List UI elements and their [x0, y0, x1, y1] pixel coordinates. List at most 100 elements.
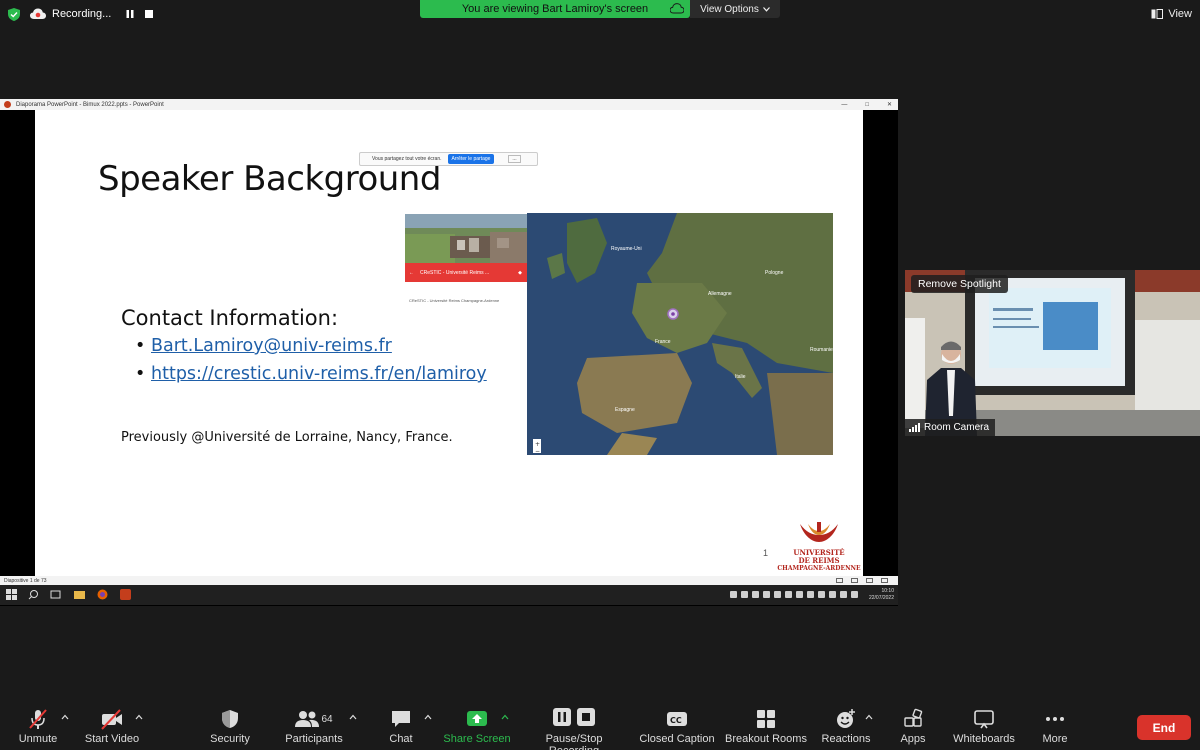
powerpoint-logo-icon	[4, 101, 11, 108]
spotlight-video-tile[interactable]: Remove Spotlight Room Camera	[905, 270, 1200, 436]
participant-name: Room Camera	[924, 422, 990, 433]
chat-chevron-icon[interactable]	[424, 714, 432, 720]
back-arrow-icon[interactable]: ←	[409, 270, 414, 276]
directions-icon[interactable]: ◆	[518, 270, 522, 276]
chat-button[interactable]: Chat	[384, 708, 418, 745]
tray-icon[interactable]	[785, 591, 792, 598]
start-video-button[interactable]: Start Video	[84, 708, 140, 745]
clock-date: 22/07/2022	[868, 595, 894, 601]
tray-icon[interactable]	[840, 591, 847, 598]
stop-recording-icon[interactable]	[144, 9, 154, 19]
slide-canvas: Speaker Background Vous partagez tout vo…	[35, 110, 863, 576]
viewing-text: You are viewing Bart Lamiroy's screen	[461, 3, 649, 15]
breakout-rooms-button[interactable]: Breakout Rooms	[724, 708, 808, 745]
closed-caption-button[interactable]: CC Closed Caption	[638, 708, 716, 745]
location-card-title: CReSTIC - Université Reims ...	[420, 269, 490, 276]
tray-icon[interactable]	[752, 591, 759, 598]
video-options-chevron-icon[interactable]	[135, 714, 143, 720]
slide-number: 1	[763, 548, 769, 558]
tray-icon[interactable]	[818, 591, 825, 598]
hide-banner-button[interactable]: ...	[508, 155, 521, 163]
view-layout-icon	[1151, 9, 1164, 19]
remove-spotlight-button[interactable]: Remove Spotlight	[911, 275, 1008, 293]
unmute-button[interactable]: Unmute	[16, 708, 60, 745]
tray-icon[interactable]	[851, 591, 858, 598]
powerpoint-window-title: Diaporama PowerPoint - Bimux 2022.ppts -…	[16, 101, 164, 108]
homepage-link[interactable]: https://crestic.univ-reims.fr/en/lamiroy	[135, 364, 487, 392]
cloud-recording-icon	[30, 8, 46, 19]
tray-icon[interactable]	[774, 591, 781, 598]
contact-heading: Contact Information:	[121, 306, 339, 330]
window-controls: — □ ✕	[841, 99, 892, 110]
europe-satellite-map[interactable]: + −	[527, 213, 833, 455]
view-options-menu[interactable]: View Options	[690, 0, 780, 18]
tray-icon[interactable]	[796, 591, 803, 598]
sorter-view-icon[interactable]	[851, 578, 858, 583]
whiteboards-button[interactable]: Whiteboards	[950, 708, 1018, 745]
firefox-icon[interactable]	[97, 589, 108, 600]
viewing-screen-banner: You are viewing Bart Lamiroy's screen	[420, 0, 690, 18]
pause-icon	[553, 708, 571, 726]
tray-icon[interactable]	[763, 591, 770, 598]
email-link[interactable]: Bart.Lamiroy@univ-reims.fr	[135, 336, 487, 364]
tray-icon[interactable]	[807, 591, 814, 598]
audio-options-chevron-icon[interactable]	[61, 714, 69, 720]
svg-text:−: −	[535, 448, 540, 455]
slide-counter: Diapositive 1 de 73	[4, 577, 47, 584]
svg-text:CC: CC	[670, 716, 682, 725]
microphone-muted-icon	[29, 709, 47, 729]
logo-line-3: CHAMPAGNE-ARDENNE	[777, 565, 861, 572]
task-view-icon[interactable]	[50, 589, 61, 600]
reading-view-icon[interactable]	[866, 578, 873, 583]
taskbar-clock[interactable]: 10:10 22/07/2022	[869, 588, 894, 602]
tray-icon[interactable]	[730, 591, 737, 598]
more-button[interactable]: More	[1036, 708, 1074, 745]
share-screen-icon	[467, 711, 487, 726]
minimize-icon[interactable]: —	[841, 102, 847, 108]
reactions-label: Reactions	[821, 733, 871, 745]
contact-link-list: Bart.Lamiroy@univ-reims.fr https://crest…	[135, 336, 487, 392]
stop-sharing-button[interactable]: Arrêter le partage	[447, 154, 495, 164]
share-screen-label: Share Screen	[443, 733, 511, 745]
search-icon[interactable]	[28, 589, 39, 600]
apps-button[interactable]: Apps	[893, 708, 933, 745]
powerpoint-titlebar: Diaporama PowerPoint - Bimux 2022.ppts -…	[0, 99, 898, 110]
powerpoint-taskbar-icon[interactable]	[120, 589, 131, 600]
stop-icon	[577, 708, 595, 726]
start-video-label: Start Video	[84, 733, 140, 745]
end-meeting-button[interactable]: End	[1137, 715, 1191, 740]
map-label-spain: Espagne	[615, 407, 635, 413]
recording-indicator[interactable]: Recording...	[30, 4, 111, 24]
pause-stop-recording-button[interactable]: Pause/Stop Recording	[520, 708, 628, 750]
apps-label: Apps	[900, 733, 926, 745]
file-explorer-icon[interactable]	[74, 589, 85, 600]
cloud-icon	[670, 3, 684, 14]
pause-recording-icon[interactable]	[125, 9, 135, 19]
previous-affiliation: Previously @Université de Lorraine, Nanc…	[121, 430, 453, 445]
security-button[interactable]: Security	[208, 708, 252, 745]
maximize-icon[interactable]: □	[865, 102, 869, 108]
shared-screen[interactable]: Diaporama PowerPoint - Bimux 2022.ppts -…	[0, 99, 898, 606]
normal-view-icon[interactable]	[836, 578, 843, 583]
shield-icon[interactable]	[8, 8, 20, 21]
participants-button[interactable]: 64 Participants	[284, 708, 344, 745]
zoom-meeting-window: Recording... You are viewing Bart Lamiro…	[0, 0, 1200, 750]
tray-icon[interactable]	[829, 591, 836, 598]
location-caption: CReSTIC - Université Reims Champagne-Ard…	[409, 298, 500, 303]
room-camera-feed	[905, 270, 1200, 436]
view-label: View	[1168, 8, 1192, 20]
map-label-romania: Roumanie	[810, 347, 833, 353]
breakout-rooms-label: Breakout Rooms	[725, 733, 807, 745]
share-banner-text: Vous partagez tout votre écran.	[372, 156, 442, 162]
close-icon[interactable]: ✕	[887, 101, 892, 108]
screen-share-banner: Vous partagez tout votre écran. Arrêter …	[359, 152, 538, 166]
reactions-chevron-icon[interactable]	[865, 714, 873, 720]
meeting-toolbar: Unmute Start Video Security 64 Participa…	[0, 700, 1200, 750]
view-button[interactable]: View	[1151, 6, 1192, 22]
share-options-chevron-icon[interactable]	[501, 714, 509, 720]
tray-icon[interactable]	[741, 591, 748, 598]
slideshow-view-icon[interactable]	[881, 578, 888, 583]
participants-chevron-icon[interactable]	[349, 714, 357, 720]
windows-start-icon[interactable]	[6, 589, 17, 600]
location-card-bar[interactable]: ← CReSTIC - Université Reims ... ◆	[405, 263, 528, 282]
